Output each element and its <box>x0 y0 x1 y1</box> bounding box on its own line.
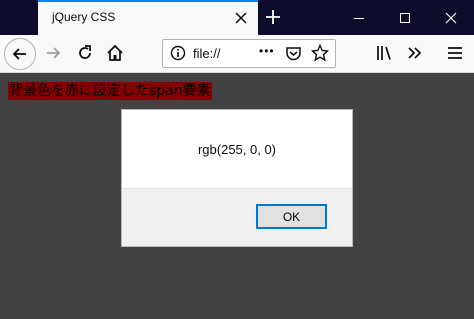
page-actions-button[interactable]: ••• <box>259 44 275 58</box>
info-icon[interactable] <box>170 45 186 61</box>
hamburger-menu-icon[interactable] <box>446 44 464 62</box>
reload-icon[interactable] <box>76 44 94 62</box>
alert-dialog: rgb(255, 0, 0) OK <box>121 109 353 247</box>
url-bar[interactable]: file:// ••• <box>162 39 336 68</box>
back-arrow-icon <box>12 48 26 60</box>
maximize-button[interactable] <box>382 0 428 35</box>
home-icon[interactable] <box>106 44 124 62</box>
star-icon[interactable] <box>311 44 329 62</box>
dialog-footer: OK <box>122 188 352 246</box>
maximize-icon <box>400 12 410 23</box>
close-icon[interactable] <box>234 11 248 25</box>
minimize-icon <box>354 17 364 19</box>
pocket-icon[interactable] <box>285 45 302 62</box>
back-button[interactable] <box>4 38 36 70</box>
close-window-icon <box>445 12 457 23</box>
tab-title: jQuery CSS <box>52 10 116 24</box>
plus-icon[interactable] <box>264 8 282 26</box>
navigation-toolbar: file:// ••• <box>0 35 474 73</box>
close-window-button[interactable] <box>428 0 474 35</box>
tab-jquery-css[interactable]: jQuery CSS <box>38 0 258 35</box>
library-icon[interactable] <box>376 44 394 62</box>
chevron-double-right-icon[interactable] <box>406 44 424 62</box>
forward-arrow-icon[interactable] <box>44 44 62 62</box>
ok-button[interactable]: OK <box>256 204 327 229</box>
tab-bar: jQuery CSS <box>0 0 474 35</box>
minimize-button[interactable] <box>336 0 382 35</box>
dialog-message: rgb(255, 0, 0) <box>197 142 277 157</box>
url-text[interactable]: file:// <box>193 46 220 61</box>
